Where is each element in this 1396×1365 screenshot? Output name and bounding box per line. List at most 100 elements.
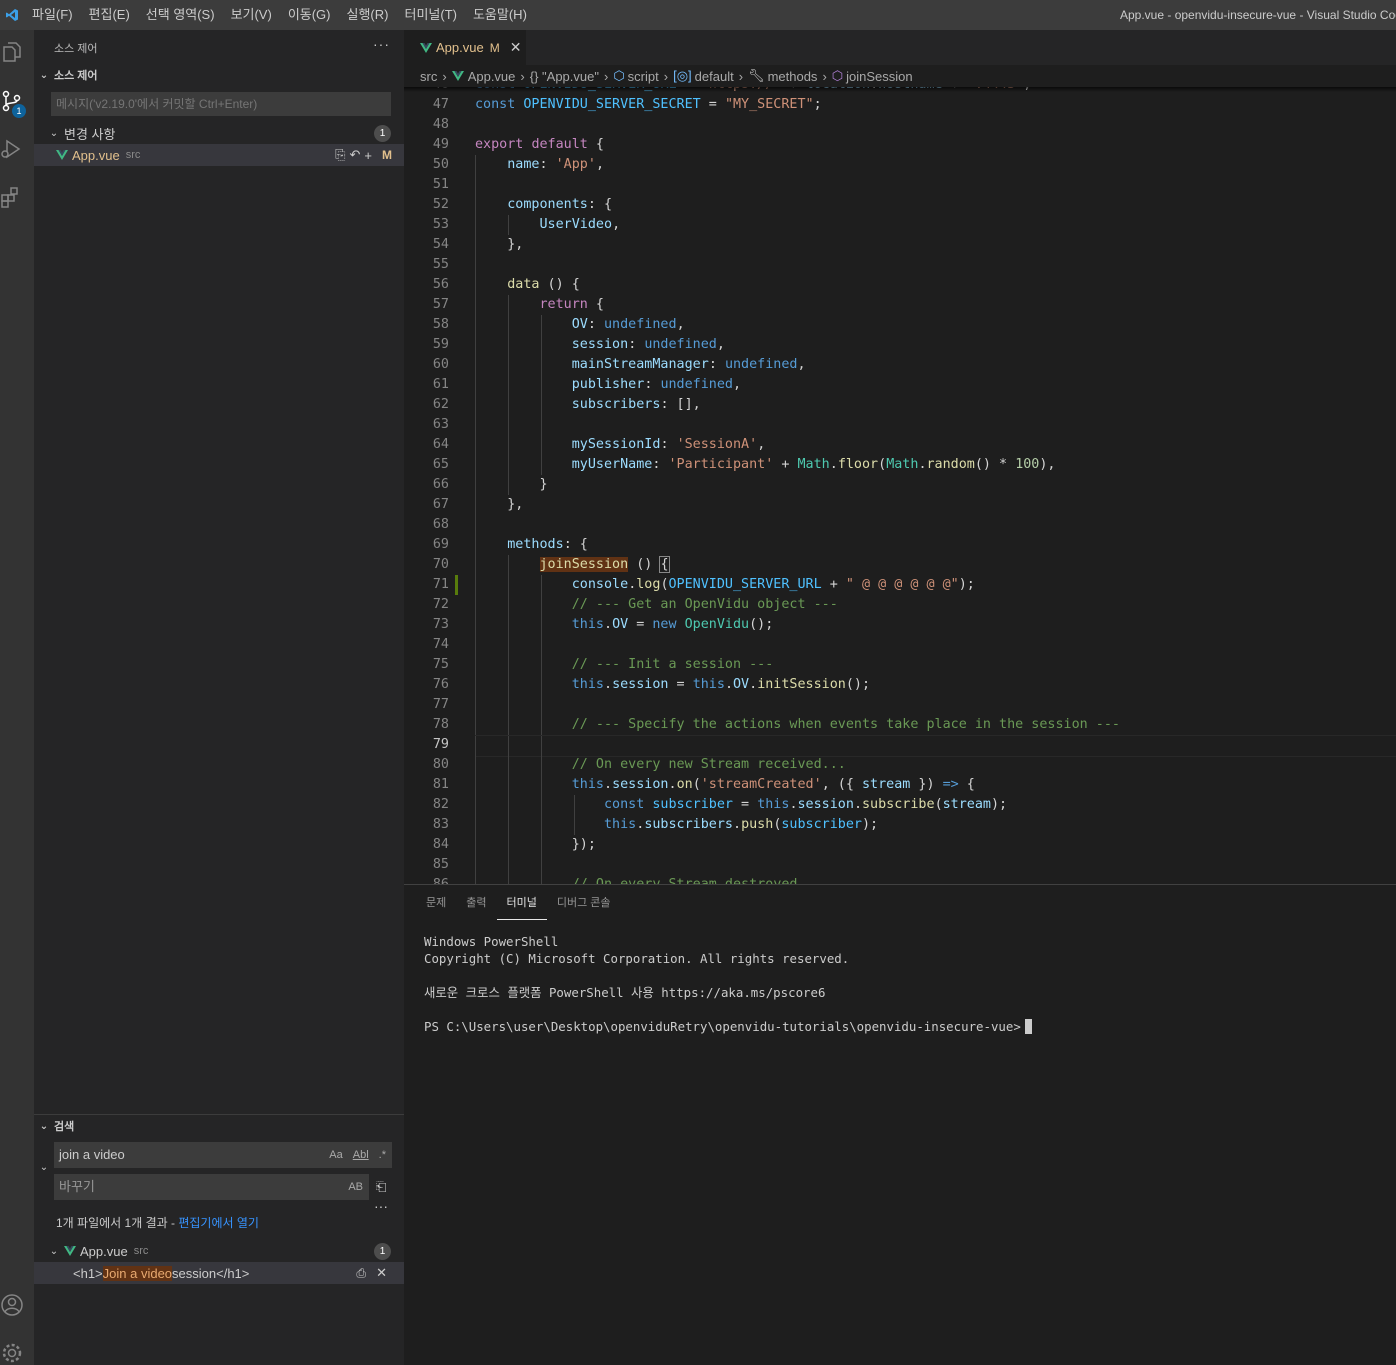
- code-line[interactable]: 57 return {: [404, 295, 1396, 315]
- code-line[interactable]: 84 });: [404, 835, 1396, 855]
- stage-changes-icon[interactable]: +: [364, 148, 372, 163]
- menu-terminal[interactable]: 터미널(T): [396, 0, 464, 30]
- line-number: 83: [432, 817, 449, 832]
- whole-word-icon[interactable]: Abl: [353, 1142, 369, 1168]
- menu-run[interactable]: 실행(R): [339, 0, 397, 30]
- open-in-editor-link[interactable]: 편집기에서 열기: [178, 1216, 259, 1230]
- breadcrumb-methods[interactable]: methods: [768, 69, 818, 84]
- tab-problems[interactable]: 문제: [416, 894, 456, 920]
- code-line[interactable]: 66 }: [404, 475, 1396, 495]
- code-line[interactable]: 80 // On every new Stream received...: [404, 755, 1396, 775]
- regex-icon[interactable]: .*: [379, 1142, 386, 1168]
- terminal-line: Copyright (C) Microsoft Corporation. All…: [424, 951, 850, 966]
- breadcrumb-module[interactable]: {} "App.vue": [530, 69, 599, 84]
- replace-match-icon[interactable]: ⎙: [356, 1266, 366, 1281]
- code-line[interactable]: 74: [404, 635, 1396, 655]
- code-line[interactable]: 53 UserVideo,: [404, 215, 1396, 235]
- preserve-case-icon[interactable]: AB: [348, 1174, 363, 1200]
- line-number: 63: [432, 417, 449, 432]
- code-line[interactable]: 51: [404, 175, 1396, 195]
- code-line[interactable]: 68: [404, 515, 1396, 535]
- code-line[interactable]: 63: [404, 415, 1396, 435]
- code-line[interactable]: 79: [404, 735, 1396, 757]
- breadcrumb-src[interactable]: src: [420, 69, 437, 84]
- discard-changes-icon[interactable]: ↶: [350, 147, 361, 163]
- more-search-actions-icon[interactable]: ···: [374, 1198, 388, 1214]
- code-line[interactable]: 76 this.session = this.OV.initSession();: [404, 675, 1396, 695]
- extensions-icon[interactable]: [0, 180, 34, 214]
- tab-debug-console[interactable]: 디버그 콘솔: [547, 894, 621, 920]
- changes-group[interactable]: ⌄ 변경 사항 1: [34, 122, 404, 144]
- indent-guide: [508, 635, 509, 655]
- code-line[interactable]: 58 OV: undefined,: [404, 315, 1396, 335]
- scm-section-header[interactable]: ⌄ 소스 제어: [34, 64, 404, 86]
- code-line[interactable]: 85: [404, 855, 1396, 875]
- code-line[interactable]: 69 methods: {: [404, 535, 1396, 555]
- code-line[interactable]: 61 publisher: undefined,: [404, 375, 1396, 395]
- menu-edit[interactable]: 편집(E): [81, 0, 138, 30]
- tab-app-vue[interactable]: App.vue M ✕: [404, 30, 526, 65]
- code-line[interactable]: 56 data () {: [404, 275, 1396, 295]
- match-case-icon[interactable]: Aa: [329, 1142, 342, 1168]
- commit-message-input[interactable]: [51, 92, 391, 116]
- breadcrumb-script[interactable]: script: [628, 69, 659, 84]
- code-line[interactable]: 65 myUserName: 'Participant' + Math.floo…: [404, 455, 1396, 475]
- search-input[interactable]: join a video Aa Abl .*: [54, 1142, 392, 1168]
- code-line[interactable]: 73 this.OV = new OpenVidu();: [404, 615, 1396, 635]
- breadcrumb-joinsession[interactable]: joinSession: [846, 69, 913, 84]
- line-number: 51: [432, 177, 449, 192]
- changed-file-row[interactable]: App.vue src ⎘ ↶ + M: [34, 144, 404, 166]
- close-tab-icon[interactable]: ✕: [510, 39, 522, 56]
- code-line[interactable]: 77: [404, 695, 1396, 715]
- code-line[interactable]: 70 joinSession () {: [404, 555, 1396, 575]
- toggle-replace-icon[interactable]: ⌄: [34, 1162, 54, 1173]
- code-line[interactable]: 72 // --- Get an OpenVidu object ---: [404, 595, 1396, 615]
- code-line[interactable]: 78 // --- Specify the actions when event…: [404, 715, 1396, 735]
- code-line[interactable]: 52 components: {: [404, 195, 1396, 215]
- code-line[interactable]: 54 },: [404, 235, 1396, 255]
- code-line[interactable]: 62 subscribers: [],: [404, 395, 1396, 415]
- code-line[interactable]: 82 const subscriber = this.session.subsc…: [404, 795, 1396, 815]
- replace-input[interactable]: 바꾸기 AB: [54, 1174, 369, 1200]
- breadcrumb-default[interactable]: default: [695, 69, 734, 84]
- search-match-row[interactable]: <h1> Join a video session</h1> ⎙ ✕: [34, 1262, 404, 1284]
- line-number: 55: [432, 257, 449, 272]
- source-control-icon[interactable]: 1: [0, 84, 34, 118]
- code-line[interactable]: 50 name: 'App',: [404, 155, 1396, 175]
- open-file-icon[interactable]: ⎘: [335, 147, 345, 163]
- terminal-output[interactable]: Windows PowerShell Copyright (C) Microso…: [424, 933, 1032, 1035]
- code-line[interactable]: 55: [404, 255, 1396, 275]
- code-line[interactable]: 83 this.subscribers.push(subscriber);: [404, 815, 1396, 835]
- code-line[interactable]: 59 session: undefined,: [404, 335, 1396, 355]
- line-content: },: [475, 497, 524, 512]
- more-actions-icon[interactable]: ···: [373, 36, 390, 52]
- code-line[interactable]: 64 mySessionId: 'SessionA',: [404, 435, 1396, 455]
- search-section-header[interactable]: ⌄ 검색: [34, 1115, 404, 1137]
- replace-all-icon[interactable]: ⎗: [376, 1179, 386, 1195]
- tab-output[interactable]: 출력: [456, 894, 496, 920]
- menu-help[interactable]: 도움말(H): [465, 0, 535, 30]
- code-line[interactable]: 75 // --- Init a session ---: [404, 655, 1396, 675]
- code-line[interactable]: 86 // On every Stream destroyed...: [404, 875, 1396, 884]
- editor: 46const OPENVIDU_SERVER_URL = "https://"…: [404, 30, 1396, 884]
- menu-file[interactable]: 파일(F): [24, 0, 81, 30]
- code-line[interactable]: 71 console.log(OPENVIDU_SERVER_URL + " @…: [404, 575, 1396, 595]
- menu-view[interactable]: 보기(V): [223, 0, 280, 30]
- code-area[interactable]: 46const OPENVIDU_SERVER_URL = "https://"…: [404, 75, 1396, 884]
- tab-terminal[interactable]: 터미널: [496, 894, 547, 920]
- code-line[interactable]: 49 export default {: [404, 135, 1396, 155]
- code-line[interactable]: 47 const OPENVIDU_SERVER_SECRET = "MY_SEC…: [404, 95, 1396, 115]
- menu-go[interactable]: 이동(G): [280, 0, 339, 30]
- run-debug-icon[interactable]: [0, 132, 34, 166]
- code-line[interactable]: 67 },: [404, 495, 1396, 515]
- explorer-icon[interactable]: [0, 36, 34, 70]
- breadcrumb-file[interactable]: App.vue: [468, 69, 516, 84]
- settings-gear-icon[interactable]: [0, 1336, 34, 1365]
- dismiss-match-icon[interactable]: ✕: [376, 1265, 387, 1281]
- code-line[interactable]: 60 mainStreamManager: undefined,: [404, 355, 1396, 375]
- search-result-file[interactable]: ⌄ App.vue src 1: [34, 1240, 404, 1262]
- account-icon[interactable]: [0, 1288, 34, 1322]
- code-line[interactable]: 81 this.session.on('streamCreated', ({ s…: [404, 775, 1396, 795]
- code-line[interactable]: 48: [404, 115, 1396, 135]
- menu-selection[interactable]: 선택 영역(S): [138, 0, 223, 30]
